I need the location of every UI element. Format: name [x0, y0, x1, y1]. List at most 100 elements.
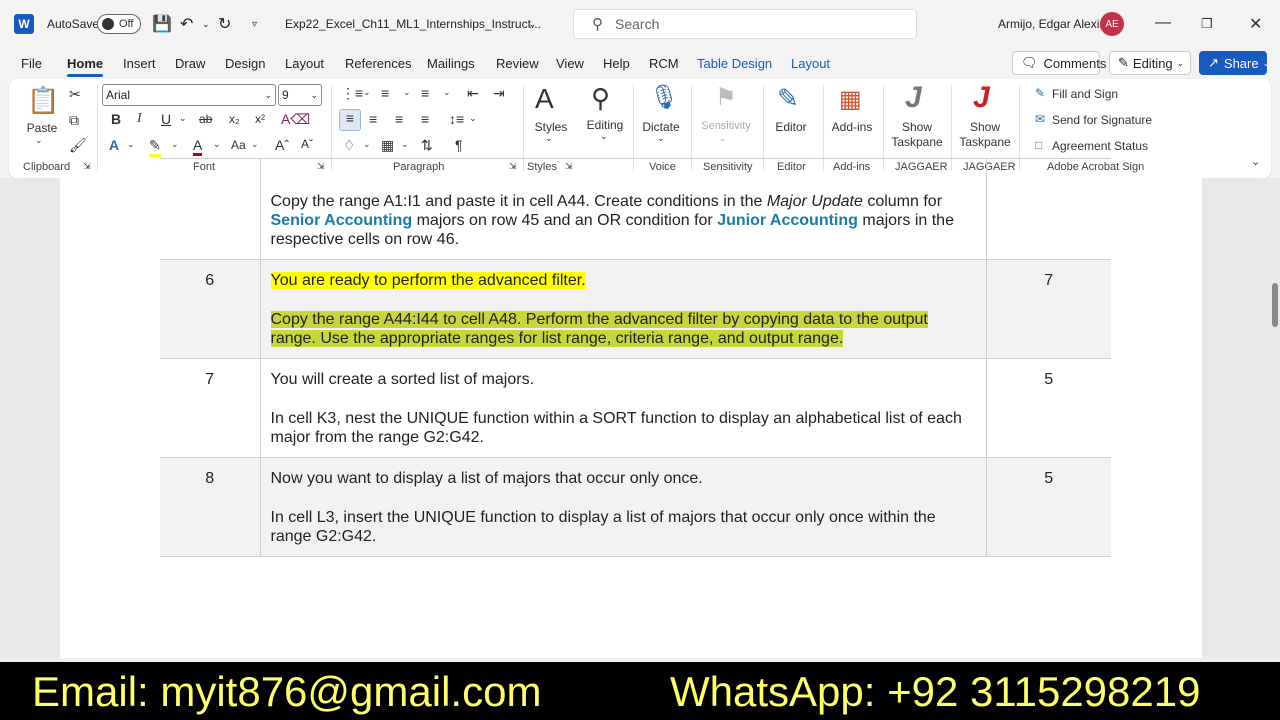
align-left-icon[interactable]: ≡ [339, 109, 361, 131]
points-value[interactable]: 7 [986, 259, 1111, 359]
document-title[interactable]: Exp22_Excel_Ch11_ML1_Internships_Instruc… [285, 0, 541, 48]
title-chevron-icon[interactable]: ⌄ [528, 0, 536, 48]
restore-icon[interactable]: ❐ [1201, 16, 1213, 32]
chevron-down-icon[interactable]: ⌄ [251, 139, 259, 150]
subscript-icon[interactable]: x₂ [229, 112, 240, 126]
autosave-toggle[interactable]: Off [97, 14, 141, 34]
collapse-ribbon-icon[interactable]: ⌄ [1251, 155, 1260, 168]
redo-icon[interactable]: ↻ [218, 0, 231, 48]
fill-sign-icon[interactable]: ✎ [1035, 86, 1045, 100]
chevron-down-icon[interactable]: ⌄ [127, 139, 135, 150]
editor-icon[interactable]: ✎ [777, 83, 799, 114]
fill-and-sign-button[interactable]: Fill and Sign [1052, 87, 1118, 101]
tab-rcm[interactable]: RCM [649, 56, 679, 71]
chevron-down-icon[interactable]: ⌄ [213, 139, 221, 150]
paste-chevron-icon[interactable]: ⌄ [35, 135, 43, 146]
tab-view[interactable]: View [556, 56, 584, 71]
step-description[interactable]: You will create a sorted list of majors.… [260, 358, 987, 458]
shading-icon[interactable]: ♢ [343, 137, 356, 154]
clear-formatting-icon[interactable]: A⌫ [281, 111, 310, 128]
vertical-scrollbar-thumb[interactable] [1272, 283, 1278, 327]
styles-button-label[interactable]: Styles [531, 120, 571, 134]
chevron-down-icon[interactable]: ⌄ [363, 87, 371, 98]
multilevel-list-icon[interactable]: ≡ [421, 85, 429, 101]
shrink-font-icon[interactable]: Aˇ [301, 137, 313, 151]
agreement-status-icon[interactable]: □ [1035, 138, 1042, 152]
chevron-down-icon[interactable]: ⌄ [657, 133, 665, 144]
format-painter-icon[interactable]: 🖌 [69, 137, 87, 154]
chevron-down-icon[interactable]: ⌄ [171, 139, 179, 150]
points-value[interactable]: 5 [986, 358, 1111, 458]
undo-dropdown-icon[interactable]: ⌄ [202, 0, 210, 48]
italic-icon[interactable]: I [137, 111, 142, 127]
paste-icon[interactable]: 📋 [27, 85, 59, 116]
tab-design[interactable]: Design [225, 56, 265, 71]
editor-button-label[interactable]: Editor [769, 120, 813, 134]
grow-font-icon[interactable]: Aˆ [275, 137, 289, 153]
step-number[interactable]: 7 [160, 358, 261, 458]
dictate-button-label[interactable]: Dictate [639, 120, 683, 134]
bold-icon[interactable]: B [111, 111, 121, 127]
jaggaer-red-icon[interactable]: J [973, 81, 990, 115]
save-icon[interactable]: 💾 [152, 0, 172, 48]
styles-icon[interactable]: A​ [535, 83, 554, 115]
font-color-icon[interactable]: A [193, 137, 203, 156]
show-marks-icon[interactable]: ¶ [455, 137, 463, 153]
tab-review[interactable]: Review [496, 56, 539, 71]
step-number[interactable] [160, 158, 261, 260]
undo-icon[interactable]: ↶ [180, 0, 193, 48]
tab-table-design[interactable]: Table Design [697, 56, 772, 71]
justify-icon[interactable]: ≡ [421, 111, 429, 127]
chevron-down-icon[interactable]: ⌄ [443, 87, 451, 98]
decrease-indent-icon[interactable]: ⇤ [467, 85, 479, 102]
paste-button-label[interactable]: Paste [25, 121, 59, 135]
search-box[interactable]: ⚲ Search [573, 9, 917, 39]
customize-toolbar-icon[interactable]: ▿ [252, 0, 257, 48]
tab-home[interactable]: Home [67, 56, 104, 77]
send-for-signature-button[interactable]: Send for Signature [1052, 113, 1152, 127]
chevron-down-icon[interactable]: ⌄ [401, 139, 409, 150]
chevron-down-icon[interactable]: ⌄ [403, 87, 411, 98]
addins-icon[interactable]: ▦ [839, 85, 862, 114]
comments-button[interactable]: 🗨 Comments [1012, 51, 1106, 75]
chevron-down-icon[interactable]: ⌄ [469, 113, 477, 124]
font-name-box[interactable]: Arial ⌄ [102, 84, 276, 106]
editing-mode-button[interactable]: ✎ Editing ⌄ [1109, 51, 1191, 75]
jaggaer-show-taskpane-1[interactable]: Show Taskpane [889, 120, 945, 150]
minimize-icon[interactable]: — [1155, 14, 1171, 32]
step-description[interactable]: Now you want to display a list of majors… [260, 457, 987, 557]
tab-insert[interactable]: Insert [123, 56, 156, 71]
agreement-status-button[interactable]: Agreement Status [1052, 139, 1148, 153]
align-right-icon[interactable]: ≡ [395, 111, 403, 127]
step-number[interactable]: 8 [160, 457, 261, 557]
bullets-icon[interactable]: ⋮≡ [341, 85, 363, 102]
tab-table-layout[interactable]: Layout [791, 56, 830, 71]
cut-icon[interactable]: ✂ [69, 86, 81, 103]
chevron-down-icon[interactable]: ⌄ [600, 131, 608, 142]
text-effects-icon[interactable]: A [109, 137, 119, 153]
addins-button-label[interactable]: Add-ins [827, 120, 877, 134]
step-number[interactable]: 6 [160, 259, 261, 359]
avatar[interactable]: AE [1100, 12, 1124, 36]
tab-file[interactable]: File [21, 56, 42, 71]
font-size-box[interactable]: 9 ⌄ [278, 84, 322, 106]
tab-references[interactable]: References [345, 56, 411, 71]
points-value[interactable] [986, 158, 1111, 260]
step-description[interactable]: Copy the range A1:I1 and paste it in cel… [260, 158, 987, 260]
close-icon[interactable]: ✕ [1249, 14, 1262, 34]
share-button[interactable]: ↗ Share ⌄ [1199, 51, 1270, 75]
points-value[interactable]: 5 [986, 457, 1111, 557]
send-signature-icon[interactable]: ✉ [1035, 112, 1045, 126]
copy-icon[interactable]: ⧉ [69, 112, 79, 129]
microphone-icon[interactable]: 🎙 [649, 83, 679, 112]
sort-icon[interactable]: ⇅ [421, 137, 433, 154]
tab-help[interactable]: Help [603, 56, 630, 71]
borders-icon[interactable]: ▦ [381, 137, 394, 154]
chevron-down-icon[interactable]: ⌄ [545, 133, 553, 144]
underline-chevron-icon[interactable]: ⌄ [179, 113, 187, 124]
editing-button-label[interactable]: Editing [583, 118, 627, 132]
chevron-down-icon[interactable]: ⌄ [363, 139, 371, 150]
highlight-icon[interactable]: ✎ [149, 137, 161, 157]
jaggaer-show-taskpane-2[interactable]: Show Taskpane [957, 120, 1013, 150]
underline-icon[interactable]: U [161, 111, 171, 127]
